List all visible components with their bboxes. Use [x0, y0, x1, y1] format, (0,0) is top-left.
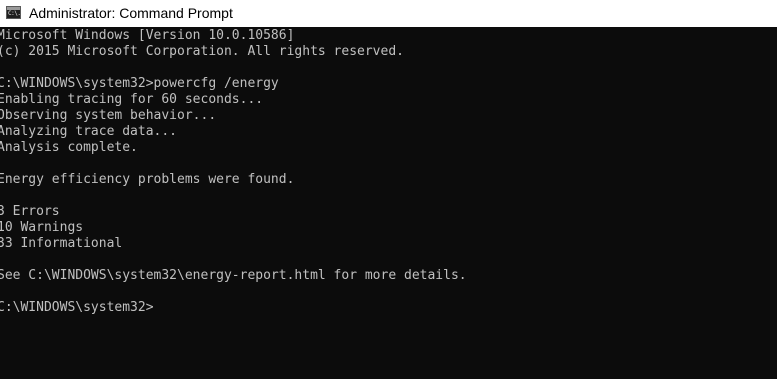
title-bar[interactable]: C:\. Administrator: Command Prompt: [0, 0, 777, 27]
console-line: 33 Informational: [0, 236, 123, 251]
command-prompt-window: C:\. Administrator: Command Prompt Micro…: [0, 0, 777, 379]
console-line: Energy efficiency problems were found.: [0, 172, 295, 187]
console-line: Enabling tracing for 60 seconds...: [0, 92, 264, 107]
console-line: Observing system behavior...: [0, 108, 217, 123]
console-line: C:\WINDOWS\system32>powercfg /energy: [0, 76, 279, 91]
console-line: 3 Errors: [0, 204, 60, 219]
console-line: (c) 2015 Microsoft Corporation. All righ…: [0, 44, 404, 59]
cmd-icon: C:\.: [6, 6, 21, 19]
console-line: Analyzing trace data...: [0, 124, 178, 139]
console-line: Analysis complete.: [0, 140, 138, 155]
console-line: Microsoft Windows [Version 10.0.10586]: [0, 28, 295, 43]
console-line: 10 Warnings: [0, 220, 84, 235]
console-line: See C:\WINDOWS\system32\energy-report.ht…: [0, 268, 467, 283]
console-output[interactable]: Microsoft Windows [Version 10.0.10586] (…: [0, 28, 777, 379]
window-title: Administrator: Command Prompt: [29, 5, 233, 21]
command-prompt-line[interactable]: C:\WINDOWS\system32>: [0, 300, 154, 316]
